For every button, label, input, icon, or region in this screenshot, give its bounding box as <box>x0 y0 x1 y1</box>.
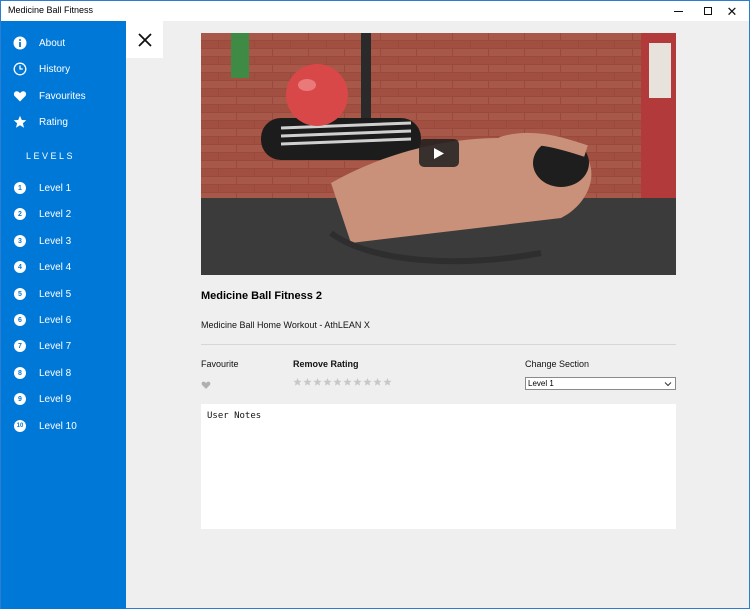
rating-stars[interactable] <box>293 377 392 387</box>
divider <box>201 344 676 345</box>
heart-icon <box>13 89 27 103</box>
sidebar-item-level-5[interactable]: 5 Level 5 <box>1 282 126 306</box>
sidebar-item-level-8[interactable]: 8 Level 8 <box>1 361 126 385</box>
remove-rating-button[interactable]: Remove Rating <box>293 359 359 369</box>
sidebar-item-level-9[interactable]: 9 Level 9 <box>1 387 126 411</box>
sidebar-item-label: Level 7 <box>39 340 72 352</box>
maximize-icon <box>704 7 712 15</box>
sidebar-item-level-6[interactable]: 6 Level 6 <box>1 308 126 332</box>
sidebar-item-level-3[interactable]: 3 Level 3 <box>1 229 126 253</box>
number-circle-icon: 7 <box>13 339 27 353</box>
sidebar-item-level-10[interactable]: 10 Level 10 <box>1 414 126 438</box>
number-circle-icon: 8 <box>13 366 27 380</box>
number-circle-icon: 4 <box>13 260 27 274</box>
sidebar: About History Favourites Rating LEVELS 1… <box>1 21 126 609</box>
favourite-label: Favourite <box>201 359 239 369</box>
sidebar-item-label: Level 2 <box>39 208 72 220</box>
info-icon <box>13 36 27 50</box>
favourite-toggle[interactable] <box>201 377 211 395</box>
close-icon <box>137 32 152 47</box>
sidebar-item-label: About <box>39 37 66 49</box>
close-icon: ✕ <box>726 3 738 19</box>
close-pane-button[interactable] <box>126 21 163 58</box>
number-circle-icon: 2 <box>13 207 27 221</box>
sidebar-item-label: Level 8 <box>39 367 72 379</box>
sidebar-item-label: Level 5 <box>39 288 72 300</box>
number-circle-icon: 6 <box>13 313 27 327</box>
sidebar-item-label: Level 4 <box>39 261 72 273</box>
app-window: Medicine Ball Fitness ✕ About History Fa… <box>0 0 750 609</box>
rating-star-icon[interactable] <box>333 377 342 387</box>
section-select-value: Level 1 <box>528 379 554 388</box>
levels-heading: LEVELS <box>26 151 76 161</box>
number-circle-icon: 3 <box>13 234 27 248</box>
sidebar-item-level-1[interactable]: 1 Level 1 <box>1 176 126 200</box>
number-circle-icon: 1 <box>13 181 27 195</box>
video-subtitle: Medicine Ball Home Workout - AthLEAN X <box>201 320 370 330</box>
play-icon <box>434 147 444 159</box>
rating-star-icon[interactable] <box>323 377 332 387</box>
close-window-button[interactable]: ✕ <box>715 1 749 21</box>
title-bar: Medicine Ball Fitness ✕ <box>1 1 749 21</box>
rating-star-icon[interactable] <box>343 377 352 387</box>
sidebar-item-level-2[interactable]: 2 Level 2 <box>1 202 126 226</box>
sidebar-item-favourites[interactable]: Favourites <box>1 84 126 108</box>
play-button[interactable] <box>419 139 459 167</box>
sidebar-item-label: Level 9 <box>39 393 72 405</box>
sidebar-item-label: Rating <box>39 116 68 128</box>
sidebar-item-level-7[interactable]: 7 Level 7 <box>1 334 126 358</box>
sidebar-item-label: Level 6 <box>39 314 72 326</box>
rating-star-icon[interactable] <box>373 377 382 387</box>
minimize-button[interactable] <box>661 1 695 21</box>
number-circle-icon: 5 <box>13 287 27 301</box>
rating-star-icon[interactable] <box>363 377 372 387</box>
window-title: Medicine Ball Fitness <box>8 5 94 15</box>
sidebar-item-label: Level 1 <box>39 182 72 194</box>
change-section-label: Change Section <box>525 359 590 369</box>
star-icon <box>13 115 27 129</box>
clock-icon <box>13 62 27 76</box>
sidebar-item-level-4[interactable]: 4 Level 4 <box>1 255 126 279</box>
rating-star-icon[interactable] <box>383 377 392 387</box>
sidebar-item-label: Level 3 <box>39 235 72 247</box>
heart-icon <box>201 381 211 389</box>
number-circle-icon: 10 <box>13 419 27 433</box>
sidebar-item-label: Level 10 <box>39 420 77 432</box>
section-select[interactable]: Level 1 <box>525 377 676 390</box>
rating-star-icon[interactable] <box>313 377 322 387</box>
minimize-icon <box>673 10 683 12</box>
sidebar-item-about[interactable]: About <box>1 31 126 55</box>
sidebar-item-label: Favourites <box>39 90 86 102</box>
sidebar-item-rating[interactable]: Rating <box>1 110 126 134</box>
video-title: Medicine Ball Fitness 2 <box>201 290 323 302</box>
rating-star-icon[interactable] <box>303 377 312 387</box>
chevron-down-icon <box>664 382 672 387</box>
sidebar-item-label: History <box>39 63 71 75</box>
number-circle-icon: 9 <box>13 392 27 406</box>
sidebar-item-history[interactable]: History <box>1 57 126 81</box>
rating-star-icon[interactable] <box>293 377 302 387</box>
user-notes-field[interactable]: User Notes <box>201 404 676 529</box>
rating-star-icon[interactable] <box>353 377 362 387</box>
video-player[interactable] <box>201 33 676 275</box>
